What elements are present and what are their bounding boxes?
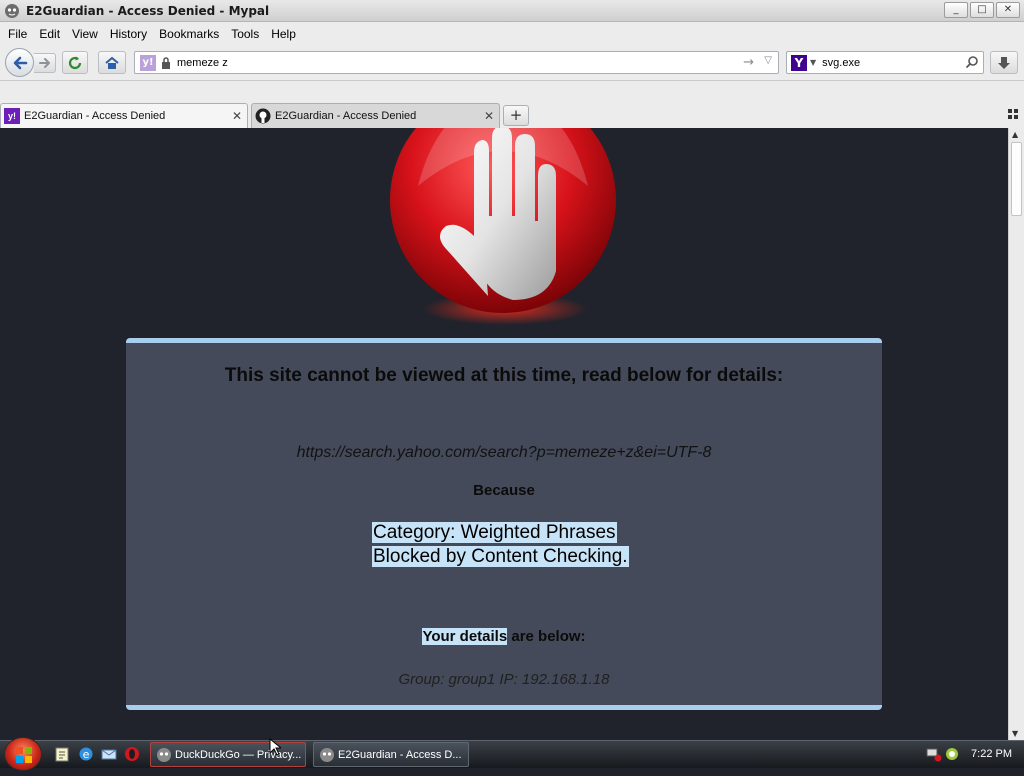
mypal-app-icon bbox=[5, 3, 19, 18]
menu-edit[interactable]: Edit bbox=[33, 27, 66, 41]
forward-arrow-icon bbox=[38, 58, 50, 68]
forward-button[interactable] bbox=[34, 53, 56, 73]
menu-file[interactable]: File bbox=[2, 27, 33, 41]
taskbar-window-label: E2Guardian - Access D... bbox=[338, 748, 462, 761]
download-icon bbox=[998, 56, 1010, 69]
taskbar-window-label: DuckDuckGo — Privacy... bbox=[175, 748, 302, 761]
lock-icon bbox=[162, 56, 170, 69]
back-arrow-icon bbox=[13, 56, 27, 69]
mypal-app-icon bbox=[320, 748, 334, 762]
start-button[interactable] bbox=[4, 737, 42, 771]
search-engine-icon[interactable]: Y bbox=[791, 54, 807, 71]
go-arrow-icon[interactable]: → bbox=[743, 55, 754, 70]
minimize-button[interactable]: _ bbox=[944, 2, 968, 18]
scroll-up-icon[interactable]: ▲ bbox=[1012, 130, 1018, 139]
close-tab-icon[interactable]: ✕ bbox=[484, 109, 494, 123]
mypal-app-icon bbox=[157, 748, 171, 762]
windows-logo-icon bbox=[16, 747, 32, 763]
notepad-icon[interactable] bbox=[54, 746, 70, 762]
search-engine-dropdown-icon[interactable]: ▼ bbox=[810, 58, 816, 67]
tab-e2guardian-2[interactable]: E2Guardian - Access Denied ✕ bbox=[251, 103, 500, 128]
network-tray-icon[interactable] bbox=[926, 746, 942, 762]
menu-bar: File Edit View History Bookmarks Tools H… bbox=[0, 22, 1024, 45]
group-ip-text: Group: group1 IP: 192.168.1.18 bbox=[398, 671, 610, 688]
reason-detail: Blocked by Content Checking. bbox=[372, 546, 629, 567]
internet-explorer-icon[interactable]: e bbox=[78, 746, 94, 762]
page-content: This site cannot be viewed at this time,… bbox=[0, 128, 1008, 740]
blocked-url-text: https://search.yahoo.com/search?p=memeze… bbox=[296, 444, 712, 461]
url-dropdown-icon[interactable]: ▽ bbox=[764, 55, 772, 66]
menu-bookmarks[interactable]: Bookmarks bbox=[153, 27, 225, 41]
details-heading: Your details are below: bbox=[126, 628, 882, 645]
svg-text:e: e bbox=[83, 748, 90, 761]
home-button[interactable] bbox=[98, 51, 126, 74]
scroll-thumb[interactable] bbox=[1011, 142, 1022, 216]
search-input[interactable] bbox=[822, 56, 963, 69]
new-tab-button[interactable]: + bbox=[503, 105, 529, 126]
reason-category: Category: Weighted Phrases bbox=[372, 522, 617, 543]
navigation-toolbar: y! → ▽ Y ▼ bbox=[0, 45, 1024, 81]
mail-icon[interactable] bbox=[101, 746, 117, 762]
yahoo-icon: y! bbox=[4, 108, 20, 124]
menu-view[interactable]: View bbox=[66, 27, 104, 41]
address-bar[interactable]: y! → ▽ bbox=[134, 51, 779, 74]
maximize-button[interactable]: □ bbox=[970, 2, 994, 18]
menu-help[interactable]: Help bbox=[265, 27, 302, 41]
reload-icon bbox=[68, 56, 82, 69]
system-clock[interactable]: 7:22 PM bbox=[971, 748, 1012, 760]
stop-hand-icon bbox=[390, 128, 616, 325]
search-icon[interactable] bbox=[965, 55, 979, 69]
taskbar-window-e2guardian[interactable]: E2Guardian - Access D... bbox=[313, 742, 469, 767]
vertical-scrollbar[interactable]: ▲ ▼ bbox=[1008, 128, 1024, 740]
yahoo-site-icon: y! bbox=[140, 54, 156, 71]
opera-icon[interactable] bbox=[124, 746, 140, 762]
taskbar: e DuckDuckGo — Privacy... E2Guardian - A… bbox=[0, 737, 1024, 771]
volume-tray-icon[interactable] bbox=[944, 746, 960, 762]
page-heading: This site cannot be viewed at this time,… bbox=[224, 365, 784, 386]
tab-label: E2Guardian - Access Denied bbox=[275, 110, 417, 122]
access-denied-panel: This site cannot be viewed at this time,… bbox=[126, 338, 882, 710]
mouse-cursor-icon bbox=[269, 738, 281, 756]
taskbar-window-duckduckgo[interactable]: DuckDuckGo — Privacy... bbox=[150, 742, 306, 767]
home-icon bbox=[105, 56, 119, 69]
details-highlight: Your details bbox=[422, 628, 508, 645]
because-label: Because bbox=[473, 482, 535, 499]
scroll-down-icon[interactable]: ▼ bbox=[1012, 729, 1018, 738]
title-bar: E2Guardian - Access Denied - Mypal _ □ ✕ bbox=[0, 0, 1024, 22]
tab-e2guardian-1[interactable]: y! E2Guardian - Access Denied ✕ bbox=[0, 103, 248, 128]
details-rest: are below: bbox=[507, 628, 586, 645]
reload-button[interactable] bbox=[62, 51, 88, 74]
back-button[interactable] bbox=[5, 48, 34, 77]
search-bar[interactable]: Y ▼ bbox=[786, 51, 984, 74]
url-input[interactable] bbox=[177, 56, 717, 69]
downloads-button[interactable] bbox=[990, 51, 1018, 74]
close-tab-icon[interactable]: ✕ bbox=[232, 109, 242, 123]
menu-history[interactable]: History bbox=[104, 27, 153, 41]
tab-strip: y! E2Guardian - Access Denied ✕ E2Guardi… bbox=[0, 81, 1024, 128]
github-icon bbox=[255, 108, 271, 124]
tab-label: E2Guardian - Access Denied bbox=[24, 110, 166, 122]
list-all-tabs-icon[interactable] bbox=[1008, 109, 1018, 119]
close-window-button[interactable]: ✕ bbox=[996, 2, 1020, 18]
block-reason: Category: Weighted Phrases Blocked by Co… bbox=[372, 521, 636, 569]
window-title: E2Guardian - Access Denied - Mypal bbox=[26, 3, 270, 18]
menu-tools[interactable]: Tools bbox=[225, 27, 265, 41]
